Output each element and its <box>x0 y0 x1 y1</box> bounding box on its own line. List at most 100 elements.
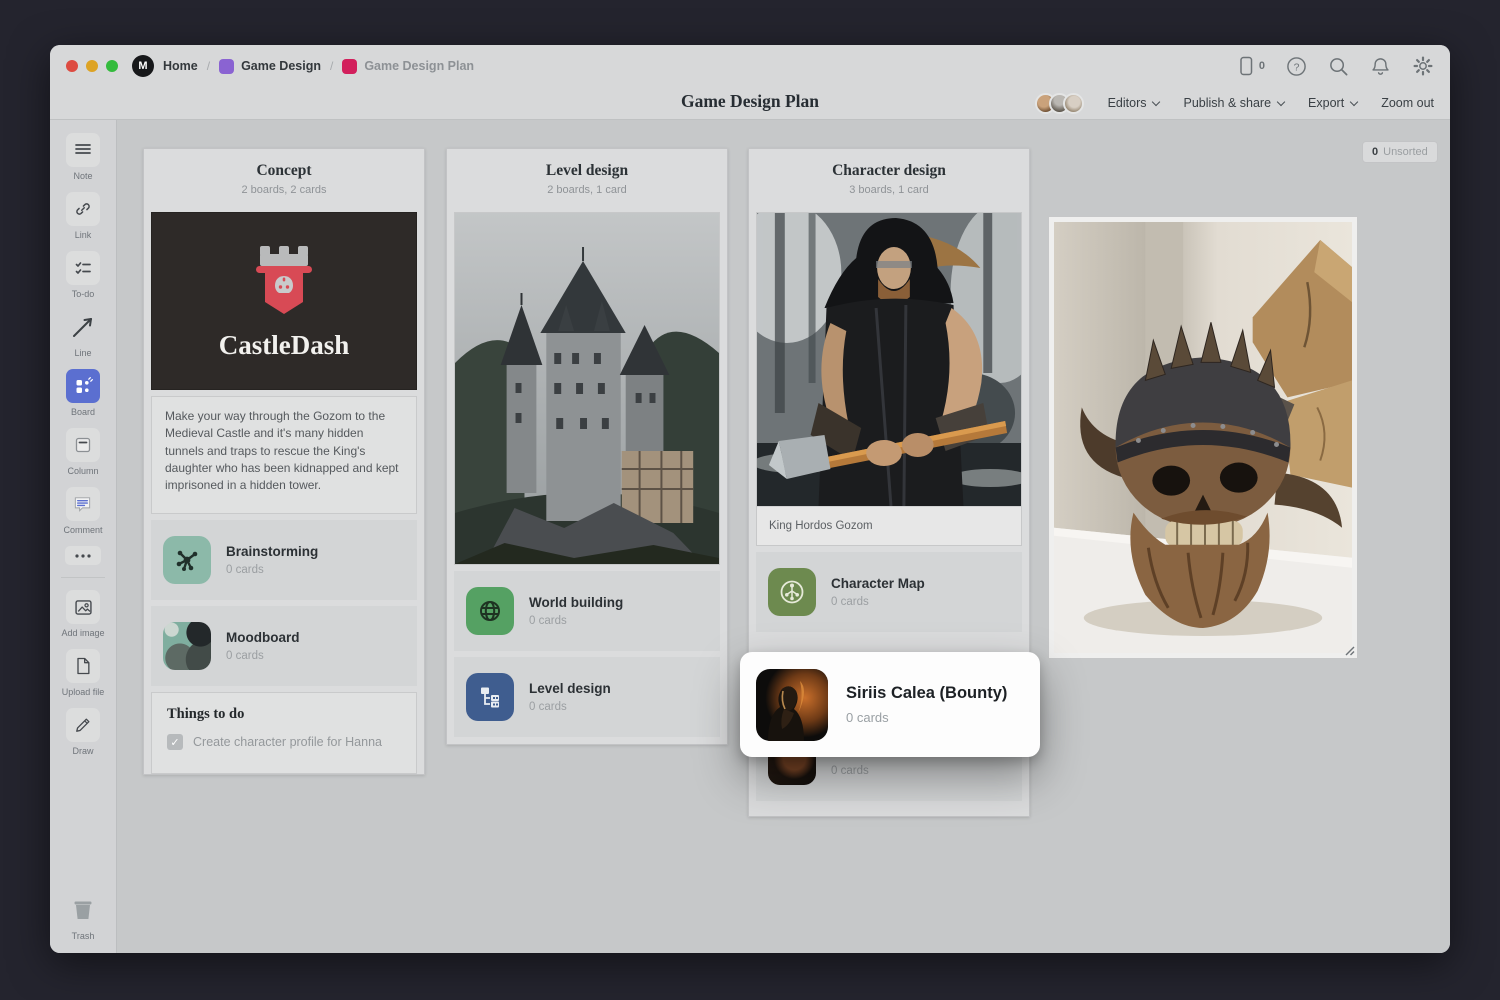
close-window-button[interactable] <box>66 60 78 72</box>
column-concept[interactable]: Concept 2 boards, 2 cards CastleDash Mak… <box>143 148 425 775</box>
bell-icon[interactable] <box>1370 56 1391 77</box>
gear-icon[interactable] <box>1412 55 1434 77</box>
editors-button[interactable]: Editors <box>1108 96 1161 110</box>
minimize-window-button[interactable] <box>86 60 98 72</box>
level-design-board-icon <box>466 673 514 721</box>
breadcrumb-home[interactable]: Home <box>163 59 198 73</box>
link-icon <box>76 203 90 215</box>
todo-card[interactable]: Things to do ✓ Create character profile … <box>151 692 417 774</box>
board-row-brainstorming[interactable]: Brainstorming 0 cards <box>151 520 417 600</box>
unsorted-badge[interactable]: 0 Unsorted <box>1362 141 1438 163</box>
tool-line[interactable]: Line <box>66 310 100 358</box>
board-canvas[interactable]: 0 Unsorted Concept 2 boards, 2 cards Cas… <box>117 120 1450 953</box>
chevron-down-icon <box>1152 97 1161 106</box>
title-bar: Game Design Plan Editors Publish & share… <box>50 87 1450 120</box>
tool-sidebar: Note Link To-do Line Board Column Commen… <box>50 120 117 953</box>
viking-photo <box>757 213 1021 506</box>
publish-share-button[interactable]: Publish & share <box>1183 96 1286 110</box>
unsorted-count: 0 <box>1372 146 1379 158</box>
todo-checkbox-checked[interactable]: ✓ <box>167 734 183 750</box>
concept-note-card[interactable]: Make your way through the Gozom to the M… <box>151 396 417 514</box>
device-button[interactable]: 0 <box>1237 56 1265 76</box>
column-title[interactable]: Concept <box>152 162 416 180</box>
unsorted-label: Unsorted <box>1383 146 1428 158</box>
board-row-title: Moodboard <box>226 630 300 645</box>
siriis-thumbnail <box>756 668 828 741</box>
note-icon <box>75 144 91 154</box>
note-text: Make your way through the Gozom to the M… <box>165 409 399 493</box>
breadcrumb-game-design-plan[interactable]: Game Design Plan <box>364 59 474 73</box>
photo-caption: King Hordos Gozom <box>757 506 1021 545</box>
board-row-count: 0 cards <box>226 564 264 576</box>
tool-draw[interactable]: Draw <box>66 708 100 756</box>
board-row-character-map[interactable]: Character Map 0 cards <box>756 552 1022 632</box>
viking-photo-card[interactable]: King Hordos Gozom <box>756 212 1022 546</box>
column-icon <box>75 437 91 453</box>
breadcrumb-game-design[interactable]: Game Design <box>241 59 321 73</box>
comment-icon <box>75 496 91 512</box>
todo-item[interactable]: ✓ Create character profile for Hanna <box>167 734 401 750</box>
window-controls <box>66 60 118 72</box>
tool-column[interactable]: Column <box>66 428 100 476</box>
board-row-moodboard[interactable]: Moodboard 0 cards <box>151 606 417 686</box>
tool-link[interactable]: Link <box>66 192 100 240</box>
line-icon <box>73 318 92 337</box>
tool-upload-file[interactable]: Upload file <box>62 649 104 697</box>
tool-comment[interactable]: Comment <box>63 487 103 535</box>
character-map-board-icon <box>768 568 816 616</box>
tool-board[interactable]: Board <box>66 369 100 417</box>
board-row-count: 0 cards <box>831 596 869 608</box>
more-tools-button[interactable] <box>65 546 101 565</box>
castledash-logo-card[interactable]: CastleDash <box>151 212 417 390</box>
more-icon <box>75 553 91 558</box>
brainstorming-board-icon <box>163 536 211 584</box>
board-icon-game-design-plan <box>342 58 358 74</box>
todo-title: Things to do <box>167 706 245 722</box>
column-title[interactable]: Character design <box>757 162 1021 180</box>
todo-label: Create character profile for Hanna <box>193 735 382 749</box>
skull-photo <box>1054 222 1352 653</box>
column-title[interactable]: Level design <box>455 162 719 180</box>
board-row-world-building[interactable]: World building 0 cards <box>454 571 720 651</box>
todo-icon <box>75 262 91 274</box>
device-count-badge: 0 <box>1258 60 1265 72</box>
skull-photo-card[interactable] <box>1048 216 1358 659</box>
board-row-level-design[interactable]: Level design 0 cards <box>454 657 720 737</box>
column-subtitle: 2 boards, 1 card <box>547 184 627 196</box>
draw-icon <box>76 718 90 732</box>
upload-file-icon <box>77 657 90 675</box>
zoom-out-button[interactable]: Zoom out <box>1381 96 1434 110</box>
search-icon[interactable] <box>1328 56 1349 77</box>
board-row-title: World building <box>529 595 624 610</box>
milanote-logo[interactable]: M <box>132 55 154 77</box>
sidebar-divider <box>61 577 105 578</box>
tool-add-image[interactable]: Add image <box>61 590 105 638</box>
app-window: M Home / Game Design / Game Design Plan … <box>50 45 1450 953</box>
tool-note[interactable]: Note <box>66 133 100 181</box>
breadcrumb-separator: / <box>329 59 334 73</box>
maximize-window-button[interactable] <box>106 60 118 72</box>
board-icon <box>76 377 93 393</box>
trash[interactable]: Trash <box>66 893 100 941</box>
dragged-board-card-siriis[interactable]: Siriis Calea (Bounty) 0 cards <box>740 652 1040 757</box>
board-row-title: Level design <box>529 681 611 696</box>
castle-photo-card[interactable] <box>454 212 720 565</box>
export-button[interactable]: Export <box>1308 96 1359 110</box>
column-level-design[interactable]: Level design 2 boards, 1 card World buil… <box>446 148 728 745</box>
editor-avatars[interactable] <box>1034 92 1084 114</box>
popup-board-count: 0 cards <box>846 710 889 725</box>
chevron-down-icon <box>1276 97 1286 106</box>
chevron-down-icon <box>1349 97 1359 106</box>
add-image-icon <box>74 599 92 615</box>
moodboard-thumbnail <box>163 622 211 670</box>
board-row-count: 0 cards <box>226 650 264 662</box>
help-icon[interactable]: ? <box>1286 56 1307 77</box>
castle-photo <box>455 213 719 564</box>
tool-todo[interactable]: To-do <box>66 251 100 299</box>
castledash-title: CastleDash <box>218 329 350 360</box>
world-building-board-icon <box>466 587 514 635</box>
resize-handle[interactable] <box>1344 645 1355 656</box>
column-subtitle: 2 boards, 2 cards <box>241 184 327 196</box>
board-row-title: Character Map <box>831 576 925 591</box>
svg-text:?: ? <box>1294 61 1300 73</box>
